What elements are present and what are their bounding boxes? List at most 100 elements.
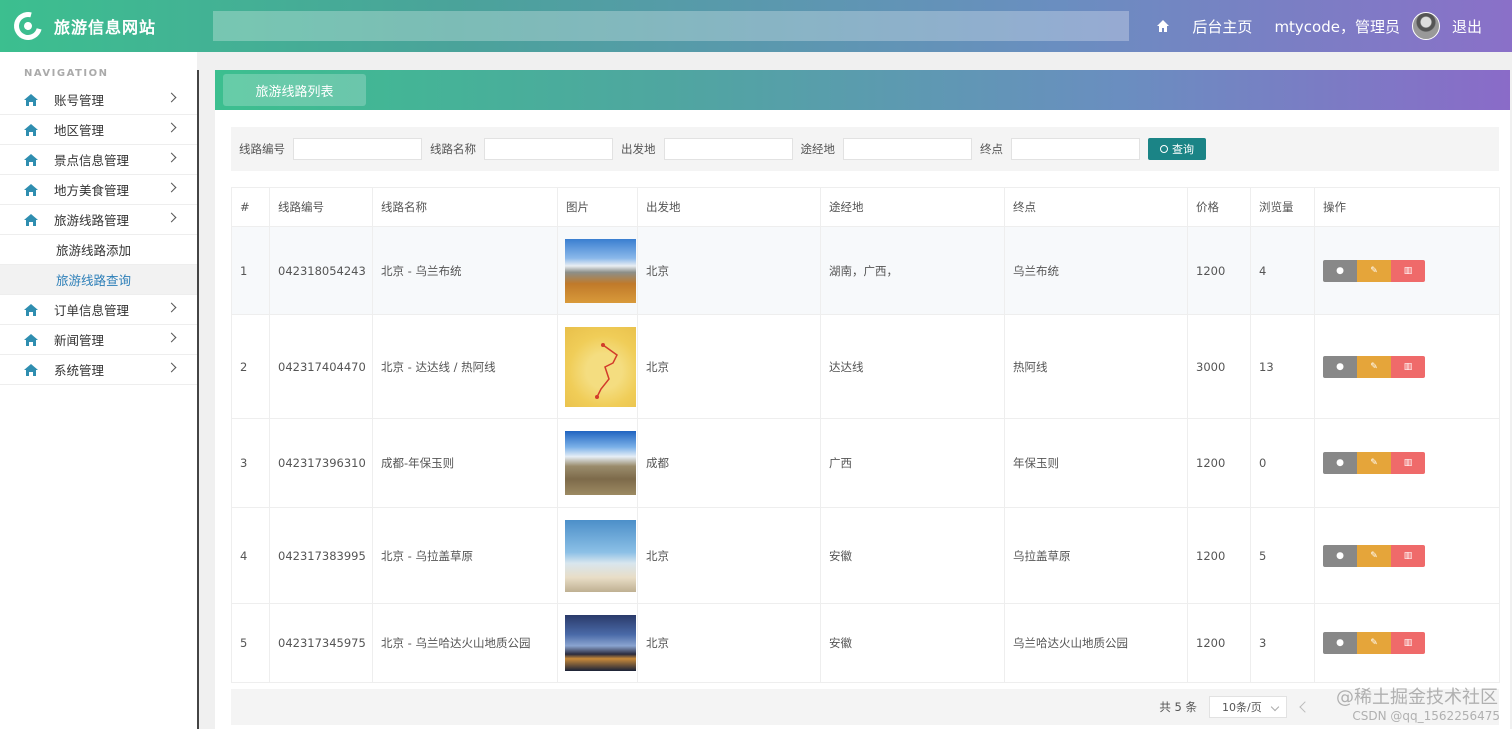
edit-button[interactable]: ✎ <box>1357 632 1391 654</box>
trash-icon: ▥ <box>1403 458 1413 468</box>
sidebar-item-food[interactable]: 地方美食管理 <box>0 175 197 205</box>
watermark: @稀土掘金技术社区 <box>1336 687 1498 708</box>
trash-icon: ▥ <box>1403 361 1413 372</box>
chevron-right-icon <box>166 182 177 193</box>
cell-views: 3 <box>1250 603 1315 683</box>
sidebar-subitem-route-query[interactable]: 旅游线路查询 <box>0 265 197 295</box>
destination-input[interactable] <box>1011 138 1140 160</box>
info-icon: ● <box>1336 458 1344 468</box>
sidebar-item-label: 系统管理 <box>54 363 105 378</box>
tab-route-list[interactable]: 旅游线路列表 <box>223 74 366 106</box>
chevron-left-icon[interactable] <box>1299 701 1311 713</box>
cell-image <box>557 314 638 419</box>
chevron-right-icon <box>166 122 177 133</box>
pencil-icon: ✎ <box>1370 458 1378 468</box>
header-right: 后台主页 mtycode，管理员 退出 <box>1156 12 1512 40</box>
view-button[interactable]: ● <box>1323 355 1357 378</box>
route-no-input[interactable] <box>293 138 422 160</box>
route-table: # 线路编号 线路名称 图片 出发地 途经地 终点 价格 浏览量 操作 1 04… <box>231 187 1500 683</box>
chevron-right-icon <box>166 332 177 343</box>
via-input[interactable] <box>843 138 972 160</box>
cell-image <box>557 418 638 508</box>
col-header-via: 途经地 <box>820 187 1005 227</box>
view-button[interactable]: ● <box>1323 259 1357 282</box>
nav-title: NAVIGATION <box>24 68 109 79</box>
cell-index: 5 <box>231 603 270 683</box>
header-search-bar[interactable] <box>213 11 1129 41</box>
home-icon <box>24 153 38 166</box>
cell-views: 4 <box>1250 226 1315 315</box>
delete-button[interactable]: ▥ <box>1391 632 1425 654</box>
home-icon <box>24 93 38 106</box>
sidebar-subitem-route-add[interactable]: 旅游线路添加 <box>0 235 197 265</box>
sidebar-item-orders[interactable]: 订单信息管理 <box>0 295 197 325</box>
sidebar-item-news[interactable]: 新闻管理 <box>0 325 197 355</box>
edit-button[interactable]: ✎ <box>1357 544 1391 567</box>
avatar[interactable] <box>1411 12 1440 40</box>
sidebar-item-label: 地区管理 <box>54 123 105 138</box>
view-button[interactable]: ● <box>1323 452 1357 474</box>
cell-views: 13 <box>1250 314 1315 419</box>
tab-bar: 旅游线路列表 <box>215 70 1510 110</box>
view-button[interactable]: ● <box>1323 544 1357 567</box>
trash-icon: ▥ <box>1403 638 1413 648</box>
destination-label: 终点 <box>980 142 1003 156</box>
route-thumbnail[interactable] <box>565 431 636 495</box>
sidebar-item-routes[interactable]: 旅游线路管理 <box>0 205 197 235</box>
admin-name[interactable]: mtycode，管理员 <box>1274 16 1400 37</box>
route-thumbnail[interactable] <box>565 238 636 303</box>
delete-button[interactable]: ▥ <box>1391 355 1425 378</box>
sidebar-item-label: 地方美食管理 <box>54 183 130 198</box>
cell-code: 042317404470 <box>269 314 373 419</box>
cell-image <box>557 507 638 604</box>
route-name-input[interactable] <box>484 138 613 160</box>
table-header-row: # 线路编号 线路名称 图片 出发地 途经地 终点 价格 浏览量 操作 <box>231 187 1500 227</box>
edit-button[interactable]: ✎ <box>1357 452 1391 474</box>
delete-button[interactable]: ▥ <box>1391 452 1425 474</box>
search-icon <box>1160 145 1168 153</box>
col-header-index: # <box>231 187 270 227</box>
via-label: 途经地 <box>800 142 836 156</box>
home-icon <box>24 213 38 226</box>
chevron-right-icon <box>166 212 177 223</box>
sidebar-item-account[interactable]: 账号管理 <box>0 85 197 115</box>
cell-code: 042317345975 <box>269 603 373 683</box>
sidebar-item-attractions[interactable]: 景点信息管理 <box>0 145 197 175</box>
logout-link[interactable]: 退出 <box>1452 16 1482 37</box>
col-header-image: 图片 <box>557 187 638 227</box>
chevron-right-icon <box>166 92 177 103</box>
edit-button[interactable]: ✎ <box>1357 355 1391 378</box>
home-icon <box>24 183 38 196</box>
cell-to: 乌兰布统 <box>1004 226 1188 315</box>
route-thumbnail[interactable] <box>565 519 636 592</box>
home-icon <box>24 123 38 136</box>
site-logo[interactable]: 旅游信息网站 <box>0 0 213 52</box>
route-map-graphic <box>595 342 618 399</box>
cell-to: 乌拉盖草原 <box>1004 507 1188 604</box>
cell-image <box>557 226 638 315</box>
cell-code: 042317396310 <box>269 418 373 508</box>
col-header-price: 价格 <box>1187 187 1251 227</box>
sidebar-item-system[interactable]: 系统管理 <box>0 355 197 385</box>
cell-price: 1200 <box>1187 603 1251 683</box>
sidebar: NAVIGATION 账号管理 地区管理 景点信息管理 地方美食管理 旅游线路管… <box>0 52 197 729</box>
page-size-select[interactable]: 10条/页 <box>1209 696 1287 718</box>
edit-button[interactable]: ✎ <box>1357 259 1391 282</box>
home-icon[interactable] <box>1156 19 1170 33</box>
departure-input[interactable] <box>663 138 793 160</box>
route-thumbnail[interactable] <box>565 615 636 671</box>
info-icon: ● <box>1336 638 1344 648</box>
sidebar-item-region[interactable]: 地区管理 <box>0 115 197 145</box>
cell-from: 北京 <box>637 603 821 683</box>
sidebar-divider <box>197 70 199 729</box>
cell-name: 北京 - 乌兰哈达火山地质公园 <box>372 603 558 683</box>
delete-button[interactable]: ▥ <box>1391 544 1425 567</box>
query-button[interactable]: 查询 <box>1148 138 1206 160</box>
cell-price: 1200 <box>1187 418 1251 508</box>
cell-from: 北京 <box>637 507 821 604</box>
home-link[interactable]: 后台主页 <box>1192 16 1252 37</box>
route-thumbnail[interactable] <box>565 326 636 407</box>
view-button[interactable]: ● <box>1323 632 1357 654</box>
route-no-label: 线路编号 <box>239 142 285 156</box>
delete-button[interactable]: ▥ <box>1391 259 1425 282</box>
